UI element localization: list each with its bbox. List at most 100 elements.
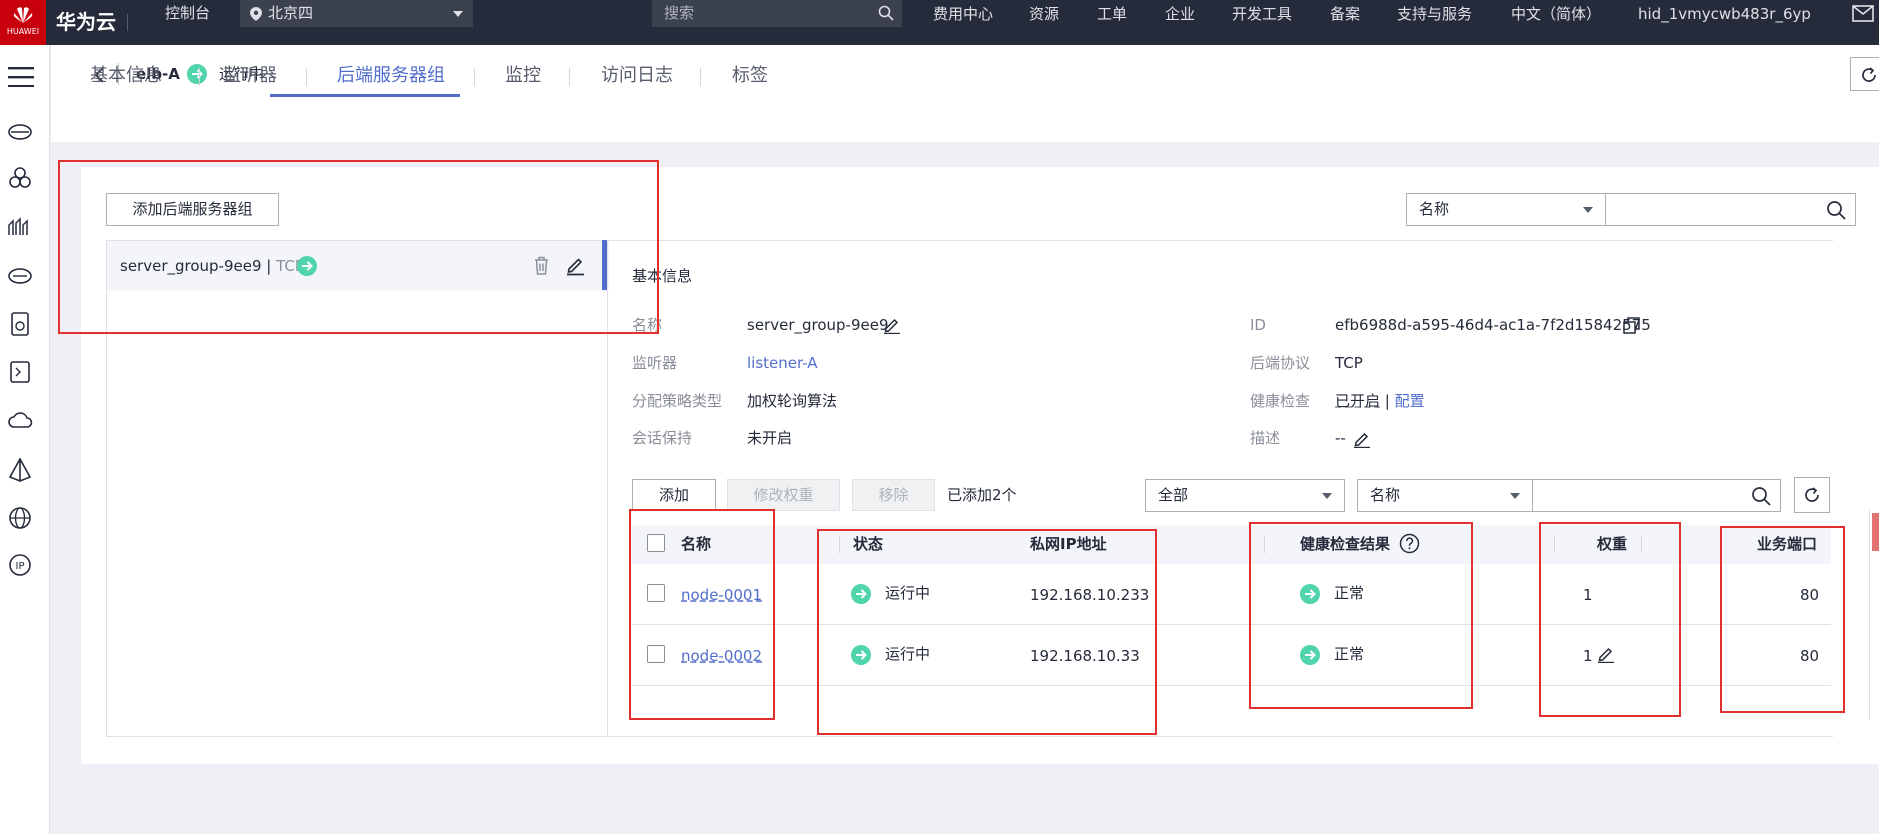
refresh-button[interactable]: [1850, 57, 1879, 91]
id-value: efb6988d-a595-46d4-ac1a-7f2d15842575: [1335, 316, 1651, 334]
session-persistence-label: 会话保持: [632, 429, 693, 447]
menu-resources[interactable]: 资源: [1029, 0, 1059, 28]
menu-hamburger-icon[interactable]: [8, 67, 34, 87]
member-search-input[interactable]: [1532, 479, 1781, 512]
search-field-value: 名称: [1419, 200, 1450, 218]
search-field-select[interactable]: 名称: [1406, 193, 1606, 226]
chevron-down-icon: [453, 11, 463, 17]
listener-label: 监听器: [632, 354, 678, 372]
running-status-icon: [187, 64, 207, 84]
scrollbar-thumb[interactable]: [1872, 513, 1879, 551]
divider: [569, 68, 570, 86]
location-pin-icon: [250, 7, 262, 21]
cloud-icon[interactable]: [7, 407, 33, 433]
divider: [474, 68, 475, 86]
algorithm-value: 加权轮询算法: [747, 392, 838, 410]
network-icon[interactable]: [7, 457, 33, 483]
health-check-status: 已开启: [1335, 392, 1381, 410]
health-check-label: 健康检查: [1250, 392, 1311, 410]
search-icon[interactable]: [1826, 200, 1846, 220]
annotation-box-group: [58, 160, 659, 334]
status-filter-select[interactable]: 全部: [1145, 479, 1345, 512]
svg-text:IP: IP: [16, 561, 25, 572]
menu-support[interactable]: 支持与服务: [1397, 0, 1472, 28]
search-placeholder: 搜索: [664, 4, 695, 22]
menu-devtools[interactable]: 开发工具: [1232, 0, 1292, 28]
health-check-separator: |: [1380, 392, 1395, 410]
refresh-icon: [1805, 487, 1819, 502]
divider: [700, 68, 701, 86]
session-persistence-value: 未开启: [747, 429, 793, 447]
tab-listeners[interactable]: 监听器: [223, 62, 277, 90]
backend-protocol-value: TCP: [1335, 354, 1363, 372]
caret-down-icon: [1583, 206, 1593, 213]
console-link[interactable]: 控制台: [165, 0, 210, 27]
caret-down-icon: [1322, 492, 1332, 499]
load-balancer-icon[interactable]: [7, 263, 33, 289]
caret-down-icon: [1510, 492, 1520, 499]
menu-tickets[interactable]: 工单: [1097, 0, 1127, 28]
search-icon[interactable]: [878, 5, 894, 21]
status-filter-value: 全部: [1158, 486, 1189, 504]
tab-backend-server-groups[interactable]: 后端服务器组: [337, 62, 445, 90]
service-sidebar: IP: [0, 45, 50, 834]
active-tab-indicator: [270, 94, 460, 97]
annotation-box-name-column: [629, 509, 775, 720]
add-member-button[interactable]: 添加: [632, 479, 716, 511]
tab-access-logs[interactable]: 访问日志: [601, 62, 673, 90]
tab-tags[interactable]: 标签: [732, 62, 768, 90]
region-selector[interactable]: 北京四: [240, 0, 473, 27]
tab-basic-info[interactable]: 基本信息: [90, 62, 162, 90]
algorithm-label: 分配策略类型: [632, 392, 723, 410]
cluster-icon[interactable]: [7, 165, 33, 191]
annotation-box-health-column: [1249, 522, 1473, 709]
member-refresh-button[interactable]: [1794, 477, 1830, 513]
edit-pencil-icon[interactable]: [1353, 430, 1371, 448]
description-label: 描述: [1250, 429, 1281, 447]
listener-link[interactable]: listener-A: [747, 352, 818, 374]
globe-icon[interactable]: [7, 505, 33, 531]
divider: [199, 68, 200, 86]
name-value: server_group-9ee9: [747, 316, 889, 334]
menu-billing[interactable]: 费用中心: [933, 0, 993, 28]
menu-icp[interactable]: 备案: [1330, 0, 1360, 28]
annotation-box-port-column: [1720, 526, 1845, 713]
cloud-server-icon[interactable]: [7, 118, 33, 144]
member-search-field-value: 名称: [1370, 486, 1401, 504]
copy-icon[interactable]: [1623, 317, 1640, 334]
divider: [306, 68, 307, 86]
annotation-box-status-ip-columns: [817, 529, 1157, 735]
ip-icon[interactable]: IP: [7, 552, 33, 578]
modify-weight-button[interactable]: 修改权重: [727, 479, 840, 511]
edit-pencil-icon[interactable]: [883, 316, 901, 334]
menu-account[interactable]: hid_1vmycwb483r_6yp: [1638, 0, 1811, 28]
logo-text: HUAWEI: [6, 27, 40, 36]
top-navigation-bar: HUAWEI 华为云 控制台 北京四 搜索 费用中心 资源 工单 企业 开发工具…: [0, 0, 1879, 45]
search-icon[interactable]: [1751, 486, 1771, 506]
brand-name[interactable]: 华为云: [56, 0, 116, 45]
region-value: 北京四: [268, 4, 314, 22]
huawei-flower-icon: [13, 7, 33, 23]
group-search-input[interactable]: [1605, 193, 1856, 226]
huawei-logo[interactable]: HUAWEI: [0, 0, 46, 45]
container-icon[interactable]: [7, 215, 33, 241]
member-search-field-select[interactable]: 名称: [1357, 479, 1533, 512]
menu-language[interactable]: 中文（简体）: [1511, 0, 1601, 28]
remove-member-button[interactable]: 移除: [852, 479, 935, 511]
annotation-box-weight-column: [1539, 522, 1681, 717]
divider: [127, 14, 128, 31]
global-search-input[interactable]: 搜索: [652, 0, 902, 27]
description-value: --: [1335, 429, 1346, 447]
health-check-value: 已开启 | 配置: [1335, 390, 1425, 412]
added-count-text: 已添加2个: [947, 486, 1017, 504]
backend-protocol-label: 后端协议: [1250, 354, 1311, 372]
menu-enterprise[interactable]: 企业: [1165, 0, 1195, 28]
storage-icon[interactable]: [7, 311, 33, 337]
mail-icon[interactable]: [1852, 5, 1874, 22]
tab-monitoring[interactable]: 监控: [505, 62, 541, 90]
refresh-icon: [1862, 67, 1876, 82]
health-check-config-link[interactable]: 配置: [1395, 392, 1425, 410]
scrollbar[interactable]: [1869, 510, 1879, 720]
id-label: ID: [1250, 316, 1266, 334]
database-icon[interactable]: [7, 359, 33, 385]
